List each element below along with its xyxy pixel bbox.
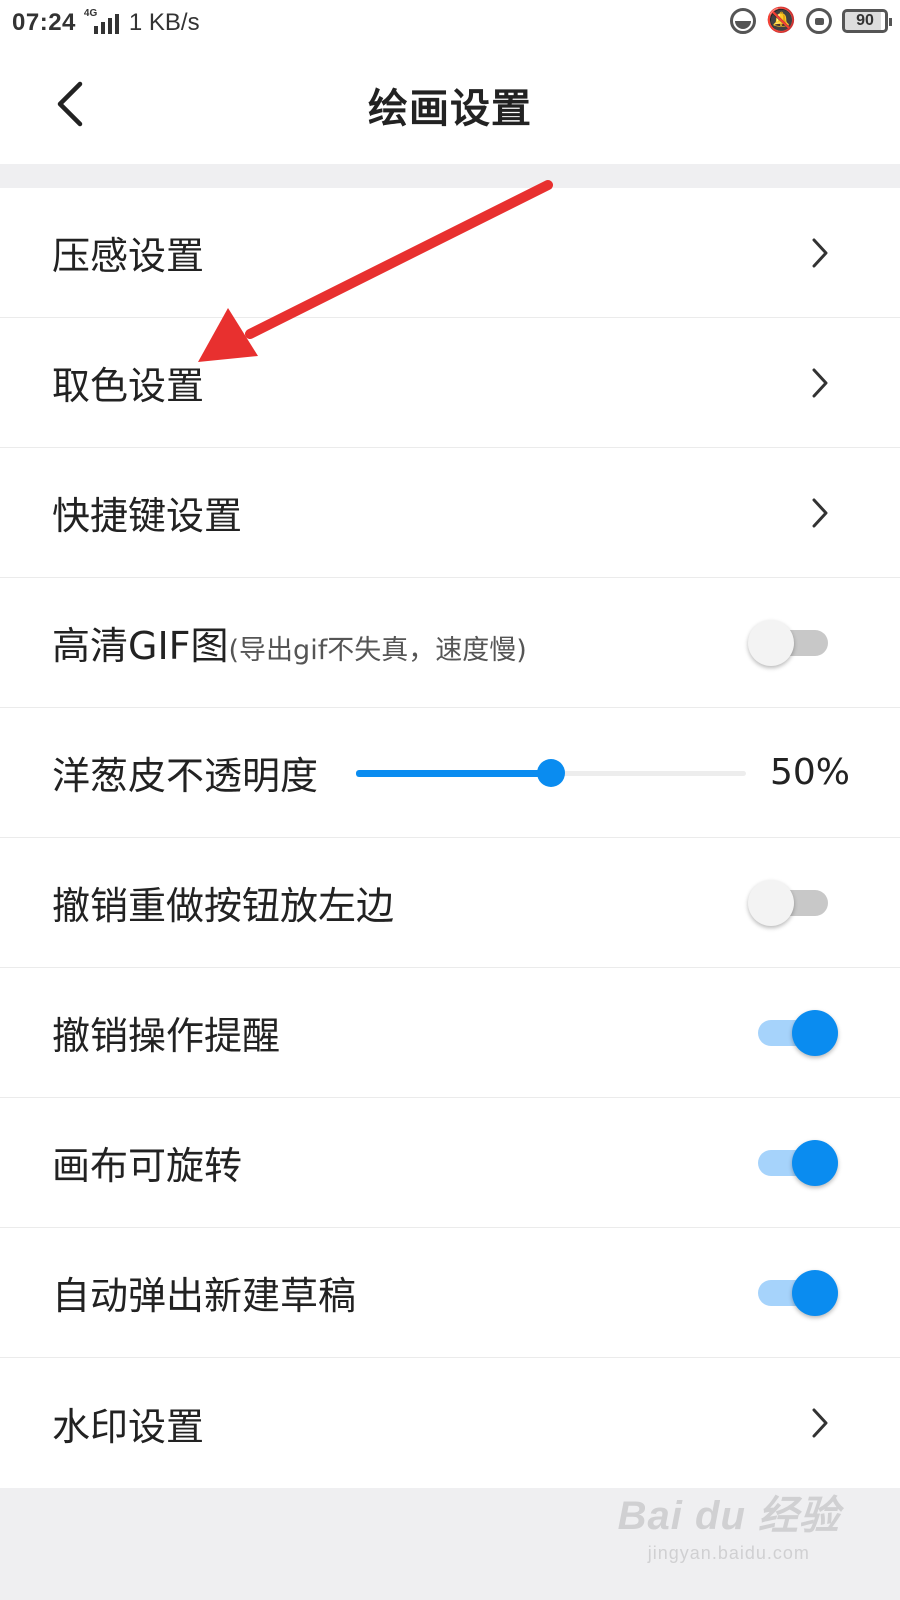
battery-icon: 90 — [842, 9, 892, 33]
setting-hd-gif: 高清GIF图(导出gif不失真，速度慢) — [0, 578, 900, 708]
setting-label: 压感设置 — [52, 234, 205, 278]
setting-canvas-rotate: 画布可旋转 — [0, 1098, 900, 1228]
toggle-knob — [748, 880, 794, 926]
watermark-brand: Bai du 经验 — [617, 1494, 840, 1538]
toggle-knob — [792, 1140, 838, 1186]
setting-label: 高清GIF图(导出gif不失真，速度慢) — [52, 615, 527, 670]
setting-sublabel: (导出gif不失真，速度慢) — [228, 635, 527, 666]
setting-onion-skin-opacity: 洋葱皮不透明度 50% — [0, 708, 900, 838]
network-speed: 1 KB/s — [128, 9, 200, 36]
toggle-knob — [792, 1270, 838, 1316]
setting-label-main: 高清GIF图 — [52, 624, 229, 668]
slider-thumb[interactable] — [537, 759, 565, 787]
setting-shortcuts[interactable]: 快捷键设置 — [0, 448, 900, 578]
setting-label: 撤销操作提醒 — [52, 1014, 281, 1058]
chevron-right-icon — [812, 1408, 828, 1438]
chevron-right-icon — [812, 238, 828, 268]
slider-value: 50% — [769, 752, 850, 793]
network-type: 4G — [83, 8, 98, 19]
toggle-knob — [748, 620, 794, 666]
settings-list: 压感设置 取色设置 快捷键设置 高清GIF图(导出gif不失真，速度慢) 洋葱皮… — [0, 188, 900, 1488]
rotation-lock-icon — [806, 8, 832, 34]
setting-label: 撤销重做按钮放左边 — [52, 884, 395, 928]
status-bar: 07:24 4G 1 KB/s 🔕 90 — [0, 0, 900, 46]
setting-undo-redo-left: 撤销重做按钮放左边 — [0, 838, 900, 968]
canvas-rotate-toggle[interactable] — [748, 1140, 838, 1186]
setting-watermark[interactable]: 水印设置 — [0, 1358, 900, 1488]
chevron-right-icon — [812, 498, 828, 528]
setting-label: 水印设置 — [52, 1404, 205, 1449]
setting-pressure[interactable]: 压感设置 — [0, 188, 900, 318]
signal-icon: 4G — [84, 8, 119, 34]
undo-reminder-toggle[interactable] — [748, 1010, 838, 1056]
bell-muted-icon: 🔕 — [766, 7, 796, 34]
slider-fill — [356, 770, 551, 777]
auto-new-draft-toggle[interactable] — [748, 1270, 838, 1316]
top-app-bar: 绘画设置 — [0, 46, 900, 164]
undo-redo-left-toggle[interactable] — [748, 880, 838, 926]
back-button[interactable] — [52, 80, 92, 128]
setting-label: 取色设置 — [52, 364, 205, 408]
setting-label: 画布可旋转 — [52, 1144, 243, 1188]
chevron-right-icon — [812, 368, 828, 398]
toggle-knob — [792, 1010, 838, 1056]
status-time: 07:24 — [12, 9, 76, 36]
setting-label: 快捷键设置 — [52, 494, 243, 538]
watermark-domain: jingyan.baidu.com — [647, 1543, 810, 1563]
setting-color-picker[interactable]: 取色设置 — [0, 318, 900, 448]
setting-label: 洋葱皮不透明度 — [52, 754, 319, 798]
page-title: 绘画设置 — [368, 86, 532, 132]
chevron-left-icon — [57, 81, 83, 127]
do-not-disturb-icon — [730, 8, 757, 34]
setting-auto-new-draft: 自动弹出新建草稿 — [0, 1228, 900, 1358]
setting-undo-reminder: 撤销操作提醒 — [0, 968, 900, 1098]
hd-gif-toggle[interactable] — [748, 620, 838, 666]
setting-label: 自动弹出新建草稿 — [52, 1274, 357, 1318]
baidu-jingyan-watermark: Bai du 经验 jingyan.baidu.com — [618, 1483, 840, 1564]
onion-skin-slider[interactable] — [356, 757, 746, 789]
